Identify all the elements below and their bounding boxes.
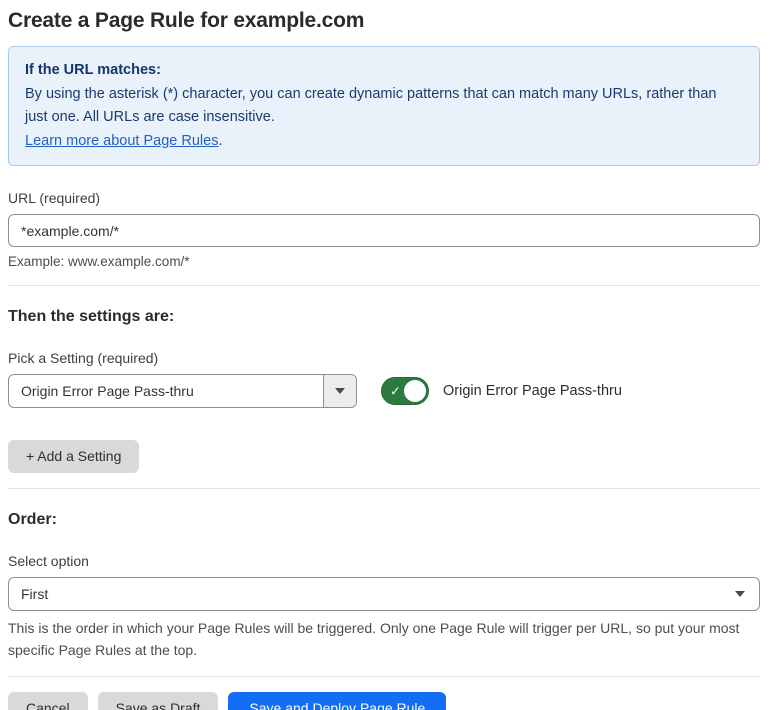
pick-setting-label: Pick a Setting (required) [8,350,159,366]
url-match-info-box: If the URL matches: By using the asteris… [8,46,760,166]
divider [8,676,760,677]
save-deploy-button[interactable]: Save and Deploy Page Rule [228,692,447,710]
url-label: URL (required) [8,190,101,206]
divider [8,488,760,489]
order-heading: Order: [8,511,57,528]
chevron-down-icon [735,591,745,597]
check-icon: ✓ [390,383,401,399]
save-draft-button[interactable]: Save as Draft [97,692,219,710]
setting-dropdown[interactable]: Origin Error Page Pass-thru [8,374,357,408]
divider [8,285,760,286]
url-input[interactable] [8,214,760,247]
setting-dropdown-value: Origin Error Page Pass-thru [21,383,194,399]
chevron-down-icon [335,388,345,394]
url-example-text: Example: www.example.com/* [8,254,190,269]
setting-row: Origin Error Page Pass-thru ✓ Origin Err… [8,374,760,408]
order-select-value: First [21,586,49,602]
setting-toggle[interactable]: ✓ [381,377,429,405]
setting-dropdown-arrow-button[interactable] [323,375,356,407]
select-option-label: Select option [8,553,89,569]
page-title: Create a Page Rule for example.com [8,9,365,32]
settings-heading: Then the settings are: [8,308,175,325]
link-suffix: . [218,132,223,149]
page-rule-form: Create a Page Rule for example.com If th… [0,0,770,710]
toggle-label: Origin Error Page Pass-thru [443,383,622,399]
cancel-button[interactable]: Cancel [8,692,88,710]
order-select[interactable]: First [8,577,760,611]
info-box-heading: If the URL matches: [25,62,161,78]
learn-more-link[interactable]: Learn more about Page Rules [25,133,218,149]
order-helper-text: This is the order in which your Page Rul… [8,620,740,658]
info-box-link-line: Learn more about Page Rules. [25,130,743,154]
toggle-knob [404,380,426,402]
footer-actions: Cancel Save as Draft Save and Deploy Pag… [8,692,760,710]
add-setting-button[interactable]: + Add a Setting [8,440,140,473]
info-box-body: By using the asterisk (*) character, you… [25,85,717,126]
